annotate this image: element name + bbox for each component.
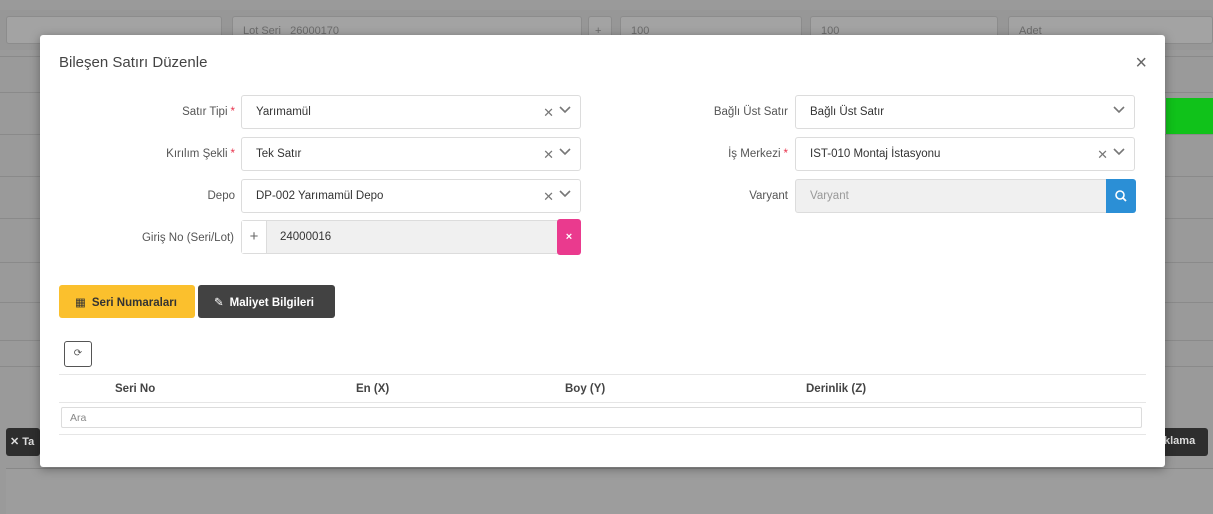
column-header-depth[interactable]: Derinlik (Z) [806, 383, 866, 395]
label-variant: Varyant [749, 190, 788, 202]
parent-line-select[interactable]: Bağlı Üst Satır [795, 95, 1135, 129]
column-header-serial[interactable]: Seri No [115, 383, 155, 395]
column-header-length[interactable]: Boy (Y) [565, 383, 605, 395]
chevron-down-icon[interactable] [1112, 103, 1126, 117]
clear-icon[interactable]: ✕ [543, 189, 554, 205]
add-icon[interactable]: + [242, 221, 267, 253]
serial-table-header: Seri No En (X) Boy (Y) Derinlik (Z) [59, 374, 1146, 403]
table-filter-input[interactable]: Ara [61, 407, 1142, 428]
table-divider [59, 434, 1146, 435]
variant-search-button[interactable] [1106, 179, 1136, 213]
background-note-button: klama [1160, 428, 1208, 456]
serial-numbers-button[interactable]: ▦ Seri Numaraları [59, 285, 195, 318]
refresh-icon: ⟳ [73, 348, 83, 359]
chevron-down-icon[interactable] [558, 103, 572, 117]
variant-input[interactable]: Varyant [795, 179, 1107, 213]
modal-title: Bileşen Satırı Düzenle [59, 54, 208, 71]
refresh-button[interactable]: ⟳ [64, 341, 92, 367]
label-entry-no: Giriş No (Seri/Lot) [141, 232, 234, 244]
chevron-down-icon[interactable] [558, 187, 572, 201]
background-status-bar [1166, 98, 1213, 134]
clear-icon[interactable]: ✕ [543, 105, 554, 121]
clear-entry-button[interactable]: × [557, 219, 581, 255]
label-work-center: İş Merkezi * [728, 148, 788, 160]
search-icon [1115, 190, 1127, 202]
break-type-select[interactable]: Tek Satır ✕ [241, 137, 581, 171]
tools-icon: ✕ [10, 436, 20, 448]
label-parent-line: Bağlı Üst Satır [713, 106, 788, 118]
warehouse-select[interactable]: DP-002 Yarımamül Depo ✕ [241, 179, 581, 213]
column-header-width[interactable]: En (X) [356, 383, 389, 395]
chevron-down-icon[interactable] [1112, 145, 1126, 159]
label-warehouse: Depo [207, 190, 236, 202]
pencil-icon: ✎ [214, 297, 224, 309]
background-footer [6, 468, 1213, 514]
line-type-select[interactable]: Yarımamül ✕ [241, 95, 581, 129]
cost-info-button[interactable]: ✎ Maliyet Bilgileri [198, 285, 335, 318]
edit-component-row-modal: Bileşen Satırı Düzenle × Satır Tipi * Kır… [40, 35, 1165, 467]
work-center-select[interactable]: IST-010 Montaj İstasyonu ✕ [795, 137, 1135, 171]
grid-icon: ▦ [75, 297, 86, 309]
close-icon[interactable]: × [1135, 53, 1147, 73]
clear-icon[interactable]: ✕ [543, 147, 554, 163]
clear-icon[interactable]: ✕ [1097, 147, 1108, 163]
entry-no-field[interactable]: + 24000016 × [241, 219, 581, 255]
label-line-type: Satır Tipi * [182, 106, 235, 118]
background-tools-button: ✕ Ta [6, 428, 40, 456]
chevron-down-icon[interactable] [558, 145, 572, 159]
label-break-type: Kırılım Şekli * [166, 148, 235, 160]
